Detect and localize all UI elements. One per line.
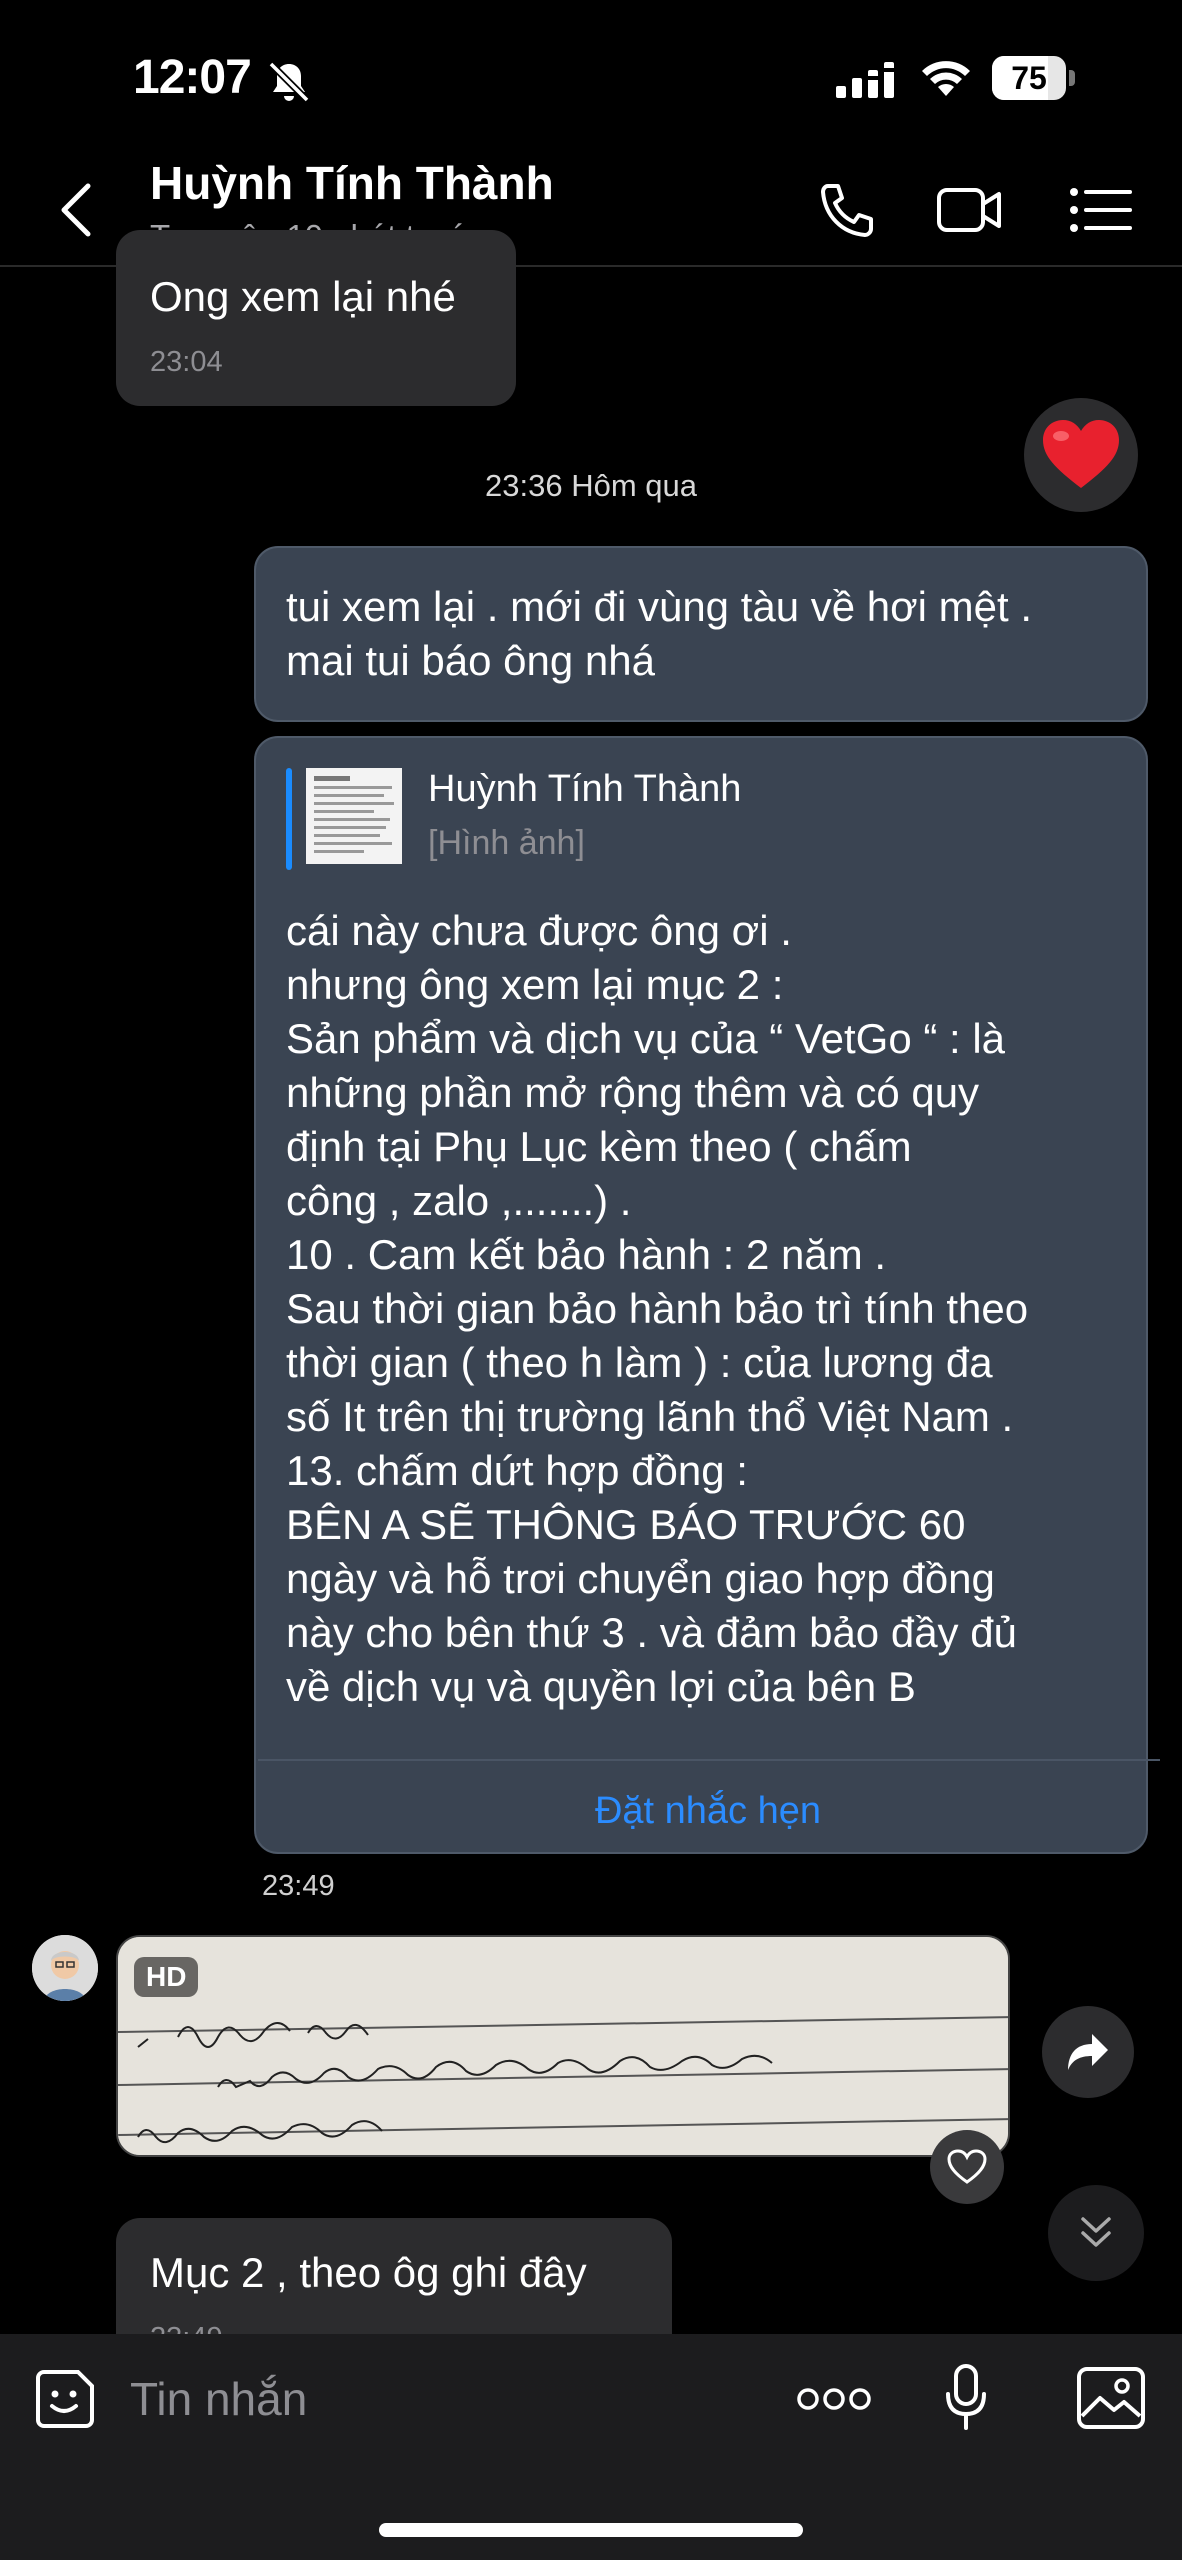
menu-icon[interactable] [1068,180,1134,240]
hd-badge: HD [134,1957,199,1997]
video-icon[interactable] [936,180,1002,240]
like-icon [947,2149,987,2184]
message-time: 23:49 [262,1870,335,1902]
outgoing-reply-message[interactable]: Huỳnh Tính Thành [Hình ảnh] cái này chưa… [254,736,1160,1854]
home-indicator [379,2523,803,2537]
like-button[interactable] [930,2130,1004,2204]
message-text: Ong xem lại nhé [150,273,456,320]
battery-percent: 75 [1011,60,1047,96]
mic-icon[interactable] [944,2364,988,2434]
message-text: cái này chưa được ông ơi . nhưng ông xem… [286,907,1029,1710]
message-time: 23:04 [150,346,223,378]
bell-off-icon [268,61,310,103]
outgoing-message[interactable]: tui xem lại . mới đi vùng tàu về hơi mệt… [254,546,1148,722]
signal-icon [836,62,896,98]
share-button[interactable] [1042,2006,1134,2098]
image-icon[interactable] [1076,2366,1146,2430]
message-text: tui xem lại . mới đi vùng tàu về hơi mệt… [286,583,1033,684]
scroll-down-icon [1081,2217,1111,2247]
quoted-content: [Hình ảnh] [428,824,585,862]
divider [258,1759,1160,1761]
phone-icon[interactable] [814,180,880,240]
avatar[interactable] [32,1935,98,2001]
photo-message[interactable]: HD [116,1935,1010,2157]
wifi-icon [922,61,970,96]
quoted-sender: Huỳnh Tính Thành [428,768,742,810]
status-time: 12:07 [133,51,252,104]
sticker-icon[interactable] [34,2368,96,2430]
set-reminder-link[interactable]: Đặt nhắc hẹn [256,1790,1160,1833]
message-input[interactable]: Tin nhắn [130,2372,307,2426]
quote-bar [286,768,292,870]
back-icon[interactable] [56,180,96,240]
message-text: Mục 2 , theo ôg ghi đây [150,2249,587,2296]
more-icon[interactable] [796,2384,872,2414]
quoted-image-thumbnail [306,768,402,864]
date-separator: 23:36 Hôm qua [485,468,697,503]
incoming-message[interactable]: Ong xem lại nhé 23:04 [116,230,516,406]
handwritten-note-image [118,1937,1008,2155]
scroll-to-bottom-button[interactable] [1048,2185,1144,2281]
share-icon [1068,2034,1108,2070]
contact-name[interactable]: Huỳnh Tính Thành [150,156,554,210]
battery-indicator: 75 [992,56,1078,100]
